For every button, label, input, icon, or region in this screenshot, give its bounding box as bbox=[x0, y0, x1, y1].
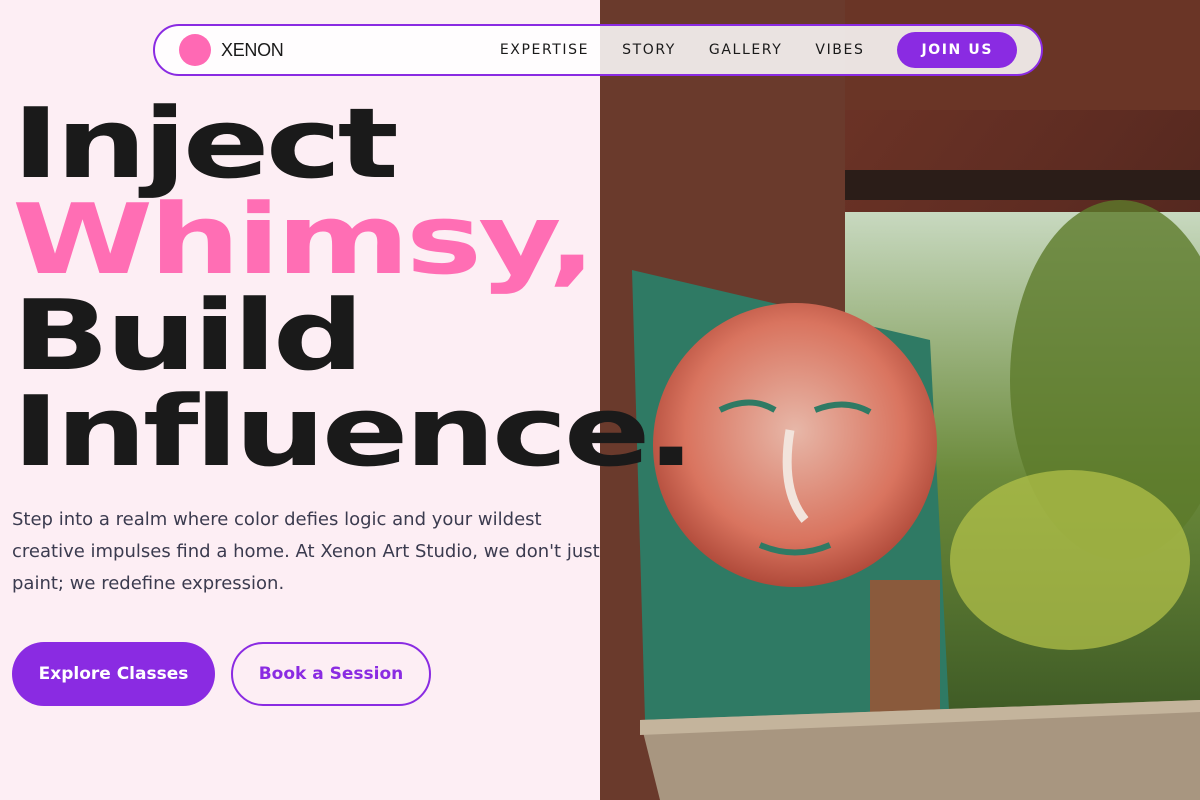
hero-intro-text: Step into a realm where color defies log… bbox=[12, 509, 600, 594]
join-us-button[interactable]: JOIN US bbox=[897, 32, 1017, 68]
nav-link-expertise[interactable]: EXPERTISE bbox=[500, 42, 589, 58]
nav-links: EXPERTISE STORY GALLERY VIBES JOIN US bbox=[500, 32, 1017, 68]
explore-classes-button[interactable]: Explore Classes bbox=[12, 642, 215, 706]
nav-link-vibes[interactable]: VIBES bbox=[815, 42, 864, 58]
nav-link-gallery[interactable]: GALLERY bbox=[709, 42, 782, 58]
headline-line-2: Whimsy, bbox=[12, 183, 596, 296]
hero-headline: Inject Whimsy, Build Influence. bbox=[12, 87, 695, 488]
top-navbar: XENON EXPERTISE STORY GALLERY VIBES JOIN… bbox=[153, 24, 1043, 76]
brand-logo-icon[interactable] bbox=[179, 34, 211, 66]
headline-line-1: Inject bbox=[12, 87, 399, 200]
book-session-button[interactable]: Book a Session bbox=[231, 642, 431, 706]
nav-link-story[interactable]: STORY bbox=[622, 42, 676, 58]
headline-line-3: Build bbox=[12, 279, 364, 392]
brand-name[interactable]: XENON bbox=[221, 40, 284, 61]
headline-line-4: Influence. bbox=[12, 375, 695, 488]
